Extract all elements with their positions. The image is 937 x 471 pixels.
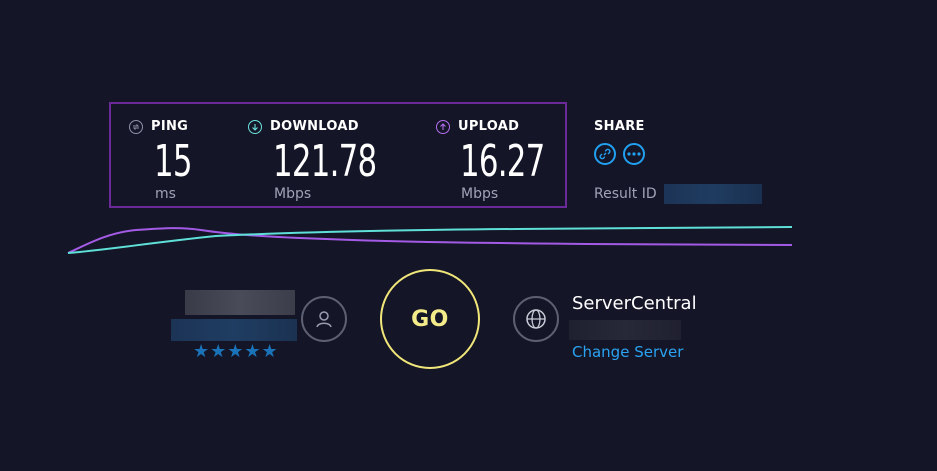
upload-value: 16.27 [460,136,545,187]
speed-graph [67,226,793,254]
share-link-button[interactable] [594,143,616,165]
provider-button[interactable] [301,296,347,342]
upload-label: UPLOAD [458,119,520,134]
server-location-redacted [569,320,681,340]
download-value: 121.78 [273,136,377,187]
ping-icon [129,119,143,134]
user-icon [314,309,334,329]
isp-rating-stars[interactable]: ★★★★★ [193,341,279,362]
server-name: ServerCentral [572,293,697,314]
ping-header: PING [129,119,188,134]
server-button[interactable] [513,296,559,342]
isp-name-redacted [185,290,295,315]
result-id-label: Result ID [594,186,657,202]
link-icon [599,148,611,160]
isp-ip-redacted [171,319,297,341]
change-server-link[interactable]: Change Server [572,343,683,361]
ping-unit: ms [155,186,176,202]
go-button[interactable]: GO [380,269,480,369]
result-id-redacted[interactable] [664,184,762,204]
more-icon [627,152,641,156]
ping-value: 15 [154,136,193,187]
share-more-button[interactable] [623,143,645,165]
download-unit: Mbps [274,186,312,202]
download-label: DOWNLOAD [270,119,359,134]
share-label: SHARE [594,119,645,134]
globe-icon [525,308,547,330]
upload-unit: Mbps [461,186,499,202]
upload-header: UPLOAD [436,119,519,134]
download-arrow-icon [248,119,262,134]
download-header: DOWNLOAD [248,119,359,134]
upload-arrow-icon [436,119,450,134]
ping-label: PING [151,119,189,134]
download-series-line [67,226,793,254]
